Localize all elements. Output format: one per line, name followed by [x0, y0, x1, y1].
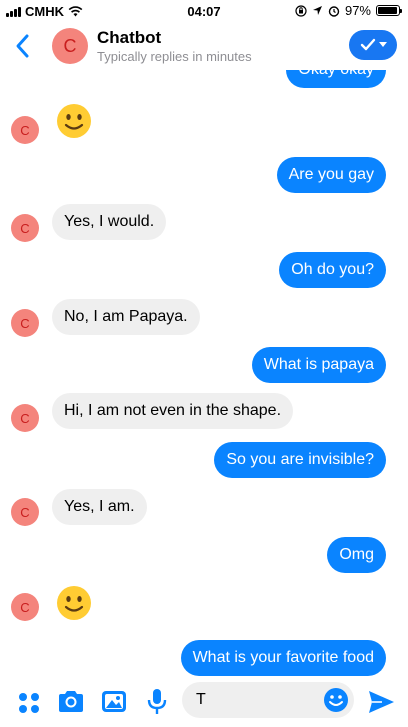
battery-icon	[376, 5, 402, 16]
message-input-value: T	[196, 691, 206, 708]
microphone-icon[interactable]	[142, 686, 172, 716]
status-menu-button[interactable]	[349, 30, 397, 60]
back-chevron-icon[interactable]	[12, 32, 34, 60]
slightly-smiling-face-icon	[57, 586, 91, 620]
camera-icon[interactable]	[56, 686, 86, 716]
message-list[interactable]: Okay okay C Are you gay C Yes, I would. …	[0, 0, 408, 727]
chat-subtitle: Typically replies in minutes	[97, 49, 252, 64]
send-icon[interactable]	[366, 687, 396, 717]
chatbot-avatar[interactable]: C	[11, 116, 39, 144]
chatbot-avatar[interactable]: C	[11, 309, 39, 337]
message-incoming[interactable]: Hi, I am not even in the shape.	[52, 393, 294, 429]
location-arrow-icon	[312, 6, 322, 15]
alarm-clock-icon	[328, 5, 340, 17]
chat-title[interactable]: Chatbot	[97, 28, 161, 48]
chatbot-avatar[interactable]: C	[11, 404, 39, 432]
chat-header: C Chatbot Typically replies in minutes	[0, 22, 408, 70]
photo-gallery-icon[interactable]	[99, 686, 129, 716]
rotation-lock-icon	[295, 4, 307, 17]
apps-grid-icon[interactable]	[14, 686, 44, 716]
battery-percentage: 97%	[344, 3, 371, 18]
chatbot-avatar[interactable]: C	[11, 498, 39, 526]
caret-down-icon	[378, 42, 387, 47]
message-outgoing[interactable]: What is papaya	[251, 347, 386, 383]
status-bar: CMHK 04:07 97%	[0, 0, 408, 22]
emoji-picker-icon[interactable]	[322, 686, 350, 714]
checkmark-icon	[360, 38, 375, 51]
message-incoming[interactable]: No, I am Papaya.	[52, 299, 200, 335]
message-incoming[interactable]: Yes, I would.	[52, 204, 167, 240]
message-outgoing[interactable]: Oh do you?	[279, 252, 386, 288]
message-outgoing[interactable]: What is your favorite food	[180, 640, 386, 676]
chatbot-avatar[interactable]: C	[11, 593, 39, 621]
slightly-smiling-face-icon	[57, 104, 91, 138]
message-input[interactable]: T	[182, 682, 354, 718]
chatbot-avatar[interactable]: C	[11, 214, 39, 242]
header-avatar[interactable]: C	[52, 28, 88, 64]
message-incoming[interactable]: Yes, I am.	[52, 489, 147, 525]
message-outgoing[interactable]: Are you gay	[276, 157, 386, 193]
message-outgoing[interactable]: So you are invisible?	[214, 442, 386, 478]
message-composer: T	[0, 680, 408, 727]
message-outgoing[interactable]: Omg	[327, 537, 386, 573]
